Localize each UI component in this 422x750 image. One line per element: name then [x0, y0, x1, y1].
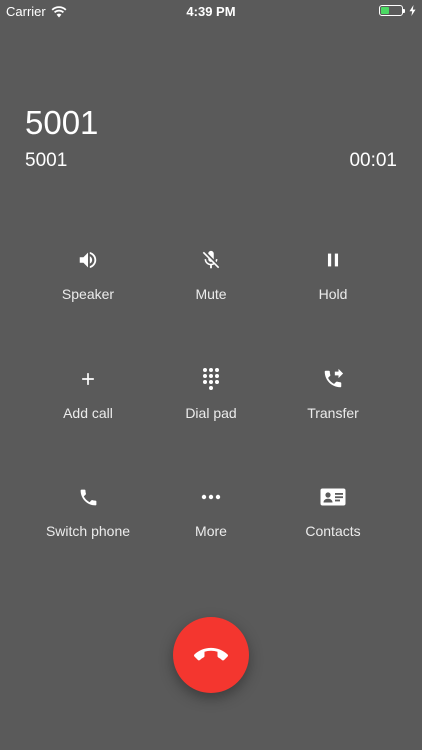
- speaker-button[interactable]: Speaker: [18, 247, 158, 327]
- transfer-label: Transfer: [307, 405, 359, 421]
- speaker-label: Speaker: [61, 286, 115, 302]
- call-end-icon: [194, 647, 228, 661]
- plus-icon: [82, 373, 94, 385]
- switch-phone-label: Switch phone: [45, 523, 131, 539]
- caller-name: 5001: [25, 104, 99, 141]
- call-screen: Carrier 4:39 PM 5001 5001 00:01 Speaker …: [0, 0, 422, 750]
- dial-pad-button[interactable]: Dial pad: [141, 366, 281, 446]
- battery-icon: [379, 5, 405, 16]
- mic-off-icon: [202, 250, 220, 269]
- dial-pad-label: Dial pad: [185, 405, 237, 421]
- battery-level: [381, 7, 389, 14]
- transfer-button[interactable]: Transfer: [263, 366, 403, 446]
- end-call-button[interactable]: [173, 617, 249, 693]
- hold-label: Hold: [318, 286, 348, 302]
- switch-phone-button[interactable]: Switch phone: [18, 484, 158, 564]
- status-time: 4:39 PM: [186, 4, 236, 19]
- hold-button[interactable]: Hold: [263, 247, 403, 327]
- mute-label: Mute: [195, 286, 227, 302]
- phone-forward-icon: [324, 368, 344, 388]
- add-call-button[interactable]: Add call: [18, 366, 158, 446]
- more-horizontal-icon: [201, 494, 221, 500]
- status-right: [379, 5, 416, 16]
- contacts-button[interactable]: Contacts: [263, 484, 403, 564]
- status-bar: Carrier 4:39 PM: [0, 0, 422, 22]
- more-label: More: [195, 523, 227, 539]
- contact-card-icon: [320, 488, 346, 506]
- charging-bolt-icon: [409, 5, 416, 16]
- add-call-label: Add call: [63, 405, 113, 421]
- more-button[interactable]: More: [141, 484, 281, 564]
- call-timer: 00:01: [349, 150, 397, 171]
- dialpad-icon: [203, 368, 219, 390]
- phone-icon: [80, 489, 96, 505]
- mute-button[interactable]: Mute: [141, 247, 281, 327]
- contacts-label: Contacts: [305, 523, 361, 539]
- pause-icon: [327, 253, 339, 267]
- speaker-icon: [79, 251, 97, 269]
- caller-number: 5001: [25, 150, 68, 171]
